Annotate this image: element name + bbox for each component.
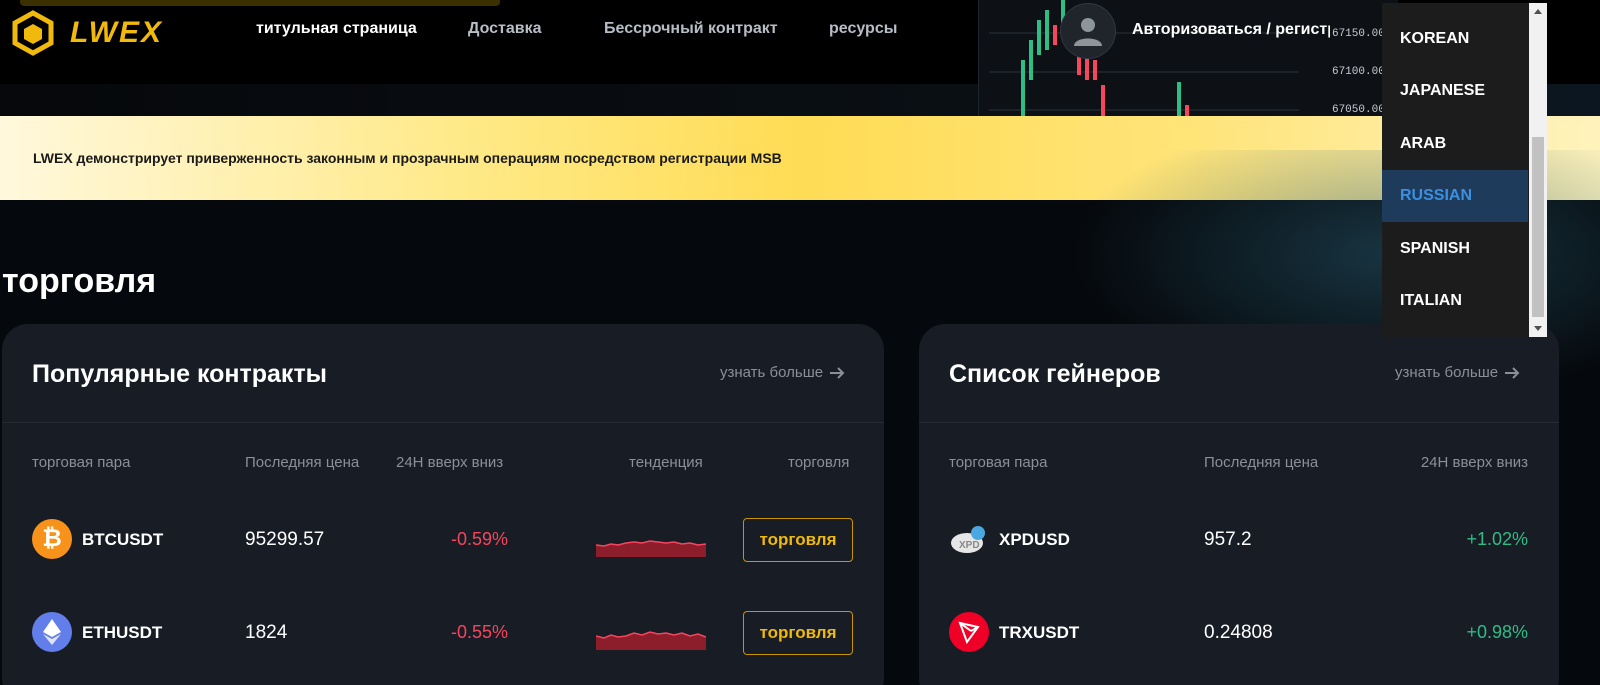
change-percent: -0.59% xyxy=(450,529,508,549)
learn-more-label: узнать больше xyxy=(720,364,824,381)
popular-learn-more-link[interactable]: узнать больше xyxy=(720,364,845,381)
col-header-last-price: Последняя цена xyxy=(245,454,360,471)
gainers-title: Список гейнеров xyxy=(949,360,1161,388)
user-icon xyxy=(1074,18,1102,46)
change-percent: +0.98% xyxy=(1466,622,1528,642)
login-register-link[interactable]: Авторизоваться / регистр xyxy=(1132,21,1330,39)
pair-name: BTCUSDT xyxy=(82,530,164,549)
learn-more-label: узнать больше xyxy=(1395,364,1499,381)
gainers-card: Список гейнеров узнать больше торговая п… xyxy=(919,324,1559,685)
svg-text:XPD: XPD xyxy=(959,540,980,551)
trade-button[interactable]: торговля xyxy=(743,518,853,562)
change-percent: -0.55% xyxy=(450,622,508,642)
ethereum-icon xyxy=(32,612,72,652)
arrow-right-icon xyxy=(830,366,845,379)
nav-delivery[interactable]: Доставка xyxy=(468,20,542,38)
col-header-trade: торговля xyxy=(788,454,850,471)
table-row[interactable]: ₿ BTCUSDT 95299.57 -0.59% торговля xyxy=(2,518,884,579)
popular-contracts-title: Популярные контракты xyxy=(32,360,328,388)
tron-icon xyxy=(949,612,989,652)
pair-name: XPDUSD xyxy=(999,530,1070,549)
table-row[interactable]: XPD XPDUSD 957.2 +1.02% xyxy=(919,519,1559,579)
table-row[interactable]: ETHUSDT 1824 -0.55% торговля xyxy=(2,611,884,672)
scroll-thumb[interactable] xyxy=(1532,137,1544,317)
lang-option-korean[interactable]: KOREAN xyxy=(1382,13,1528,65)
banner-text: LWEX демонстрирует приверженность законн… xyxy=(33,150,782,166)
gainers-learn-more-link[interactable]: узнать больше xyxy=(1395,364,1520,381)
lang-option-russian[interactable]: RUSSIAN xyxy=(1382,170,1528,222)
popular-contracts-card: Популярные контракты узнать больше торго… xyxy=(2,324,884,685)
logo-cube-icon xyxy=(12,10,54,56)
user-avatar[interactable] xyxy=(1060,3,1116,59)
col-header-pair: торговая пара xyxy=(949,454,1048,471)
lang-option-japanese[interactable]: JAPANESE xyxy=(1382,65,1528,117)
lang-option-spanish[interactable]: SPANISH xyxy=(1382,223,1528,275)
last-price: 957.2 xyxy=(1204,529,1252,550)
arrow-right-icon xyxy=(1505,366,1520,379)
scroll-down-arrow-icon[interactable] xyxy=(1534,326,1542,331)
col-header-pair: торговая пара xyxy=(32,454,131,471)
nav-perpetual-contract[interactable]: Бессрочный контракт xyxy=(604,20,778,38)
header-top-line xyxy=(20,0,500,6)
logo[interactable]: LWEX xyxy=(10,10,163,56)
logo-text: LWEX xyxy=(70,16,164,49)
scroll-up-arrow-icon[interactable] xyxy=(1534,9,1542,14)
pair-name: TRXUSDT xyxy=(999,623,1080,642)
nav-home[interactable]: титульная страница xyxy=(256,20,417,38)
last-price: 95299.57 xyxy=(245,529,325,550)
lang-option-arab[interactable]: ARAB xyxy=(1382,118,1528,170)
nav-resources[interactable]: ресурсы xyxy=(829,20,897,38)
col-header-24h-change: 24H вверх вниз xyxy=(396,454,504,471)
palladium-icon: XPD xyxy=(949,519,989,559)
language-dropdown[interactable]: KOREAN JAPANESE ARAB RUSSIAN SPANISH ITA… xyxy=(1382,3,1547,337)
card-divider xyxy=(2,422,884,423)
col-header-trend: тенденция xyxy=(629,454,703,471)
change-percent: +1.02% xyxy=(1466,529,1528,549)
candlestick-chart xyxy=(989,0,1299,116)
trade-button[interactable]: торговля xyxy=(743,611,853,655)
bitcoin-icon: ₿ xyxy=(32,519,72,559)
col-header-24h-change: 24H вверх вниз xyxy=(1420,454,1528,471)
dropdown-scrollbar[interactable] xyxy=(1529,3,1547,337)
trend-sparkline xyxy=(596,540,706,557)
section-title: торговля xyxy=(2,262,157,300)
last-price: 0.24808 xyxy=(1204,622,1273,643)
trend-sparkline xyxy=(596,631,706,650)
lang-option-italian[interactable]: ITALIAN xyxy=(1382,275,1528,327)
last-price: 1824 xyxy=(245,622,288,643)
card-divider xyxy=(919,422,1559,423)
pair-name: ETHUSDT xyxy=(82,623,163,642)
background-price-chart: 67150.0000 67100.0000 67050.0000 xyxy=(978,0,1398,116)
col-header-last-price: Последняя цена xyxy=(1204,454,1319,471)
table-row[interactable]: TRXUSDT 0.24808 +0.98% xyxy=(919,612,1559,672)
